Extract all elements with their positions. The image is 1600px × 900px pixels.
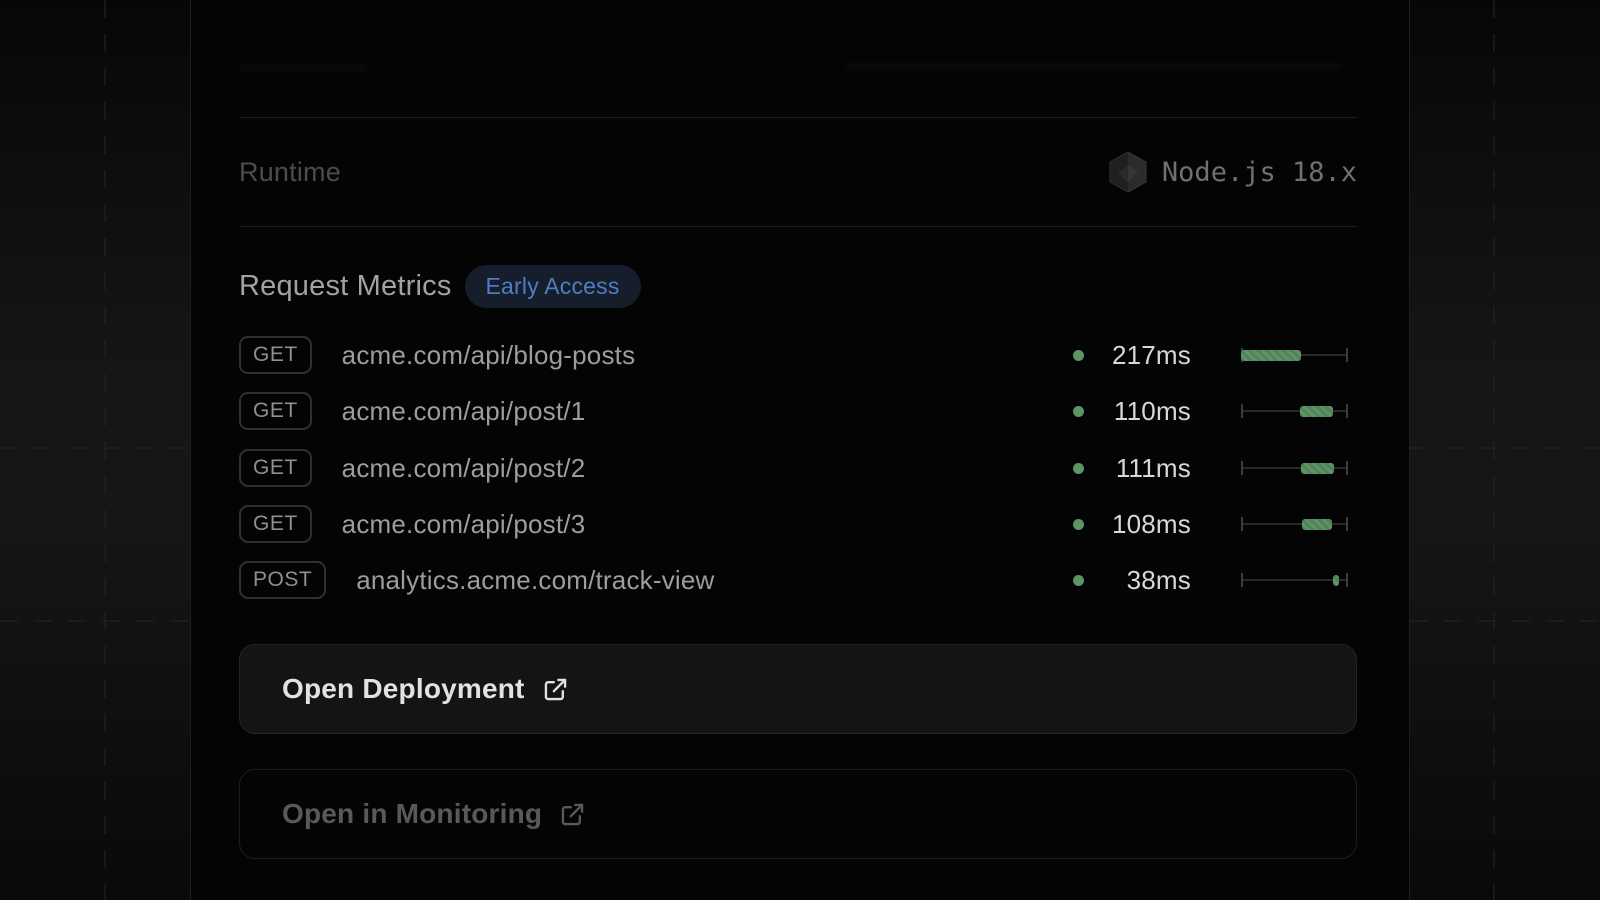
faded-row-value	[846, 62, 1342, 71]
status-dot	[1073, 575, 1084, 586]
latency-value: 108ms	[1099, 509, 1191, 540]
request-metrics-header: Request Metrics Early Access	[239, 262, 641, 310]
method-badge: GET	[239, 336, 312, 374]
runtime-version: Node.js 18.x	[1162, 157, 1357, 188]
latency-bar	[1300, 406, 1333, 417]
deployment-details-panel: Runtime Node.js 18.x Request Metrics Ear…	[190, 0, 1410, 900]
latency-waterfall	[1241, 346, 1348, 364]
background-grid-line	[0, 447, 190, 449]
open-in-monitoring-button[interactable]: Open in Monitoring	[239, 769, 1357, 859]
latency-bar	[1301, 463, 1334, 474]
external-link-icon	[542, 676, 569, 703]
background-grid-line	[1410, 620, 1600, 622]
background-grid-line	[1410, 447, 1600, 449]
request-url: acme.com/api/post/2	[342, 453, 586, 484]
faded-row-label	[239, 63, 367, 72]
method-badge: GET	[239, 449, 312, 487]
method-badge: GET	[239, 392, 312, 430]
method-badge: POST	[239, 561, 326, 599]
latency-bar	[1302, 519, 1332, 530]
divider	[239, 117, 1357, 118]
background-right	[1410, 0, 1600, 900]
runtime-value: Node.js 18.x	[1109, 151, 1357, 193]
divider	[239, 226, 1357, 227]
status-dot	[1073, 406, 1084, 417]
latency-value: 110ms	[1099, 396, 1191, 427]
request-row: GET acme.com/api/post/3 108ms	[239, 504, 1357, 544]
status-dot	[1073, 350, 1084, 361]
latency-waterfall	[1241, 402, 1348, 420]
request-row: POST analytics.acme.com/track-view 38ms	[239, 560, 1357, 600]
request-url: acme.com/api/blog-posts	[342, 340, 636, 371]
latency-value: 38ms	[1099, 565, 1191, 596]
early-access-badge: Early Access	[465, 265, 641, 308]
request-row: GET acme.com/api/blog-posts 217ms	[239, 335, 1357, 375]
open-deployment-label: Open Deployment	[282, 673, 525, 705]
latency-value: 111ms	[1099, 453, 1191, 484]
latency-value: 217ms	[1099, 340, 1191, 371]
method-badge: GET	[239, 505, 312, 543]
request-row: GET acme.com/api/post/2 111ms	[239, 448, 1357, 488]
latency-waterfall	[1241, 515, 1348, 533]
background-grid-line	[0, 620, 190, 622]
background-left	[0, 0, 190, 900]
open-in-monitoring-label: Open in Monitoring	[282, 798, 542, 830]
external-link-icon	[559, 801, 586, 828]
latency-waterfall	[1241, 571, 1348, 589]
status-dot	[1073, 463, 1084, 474]
request-url: acme.com/api/post/3	[342, 509, 586, 540]
background-grid-line	[1493, 0, 1495, 900]
latency-bar	[1333, 575, 1339, 586]
latency-bar	[1241, 350, 1301, 361]
section-title: Request Metrics	[239, 270, 452, 303]
background-grid-line	[104, 0, 106, 900]
request-row: GET acme.com/api/post/1 110ms	[239, 391, 1357, 431]
open-deployment-button[interactable]: Open Deployment	[239, 644, 1357, 734]
latency-waterfall	[1241, 459, 1348, 477]
runtime-label: Runtime	[239, 157, 341, 188]
request-url: acme.com/api/post/1	[342, 396, 586, 427]
status-dot	[1073, 519, 1084, 530]
runtime-row: Runtime Node.js 18.x	[239, 146, 1357, 198]
request-url: analytics.acme.com/track-view	[356, 565, 714, 596]
nodejs-hexagon-icon	[1109, 151, 1147, 193]
